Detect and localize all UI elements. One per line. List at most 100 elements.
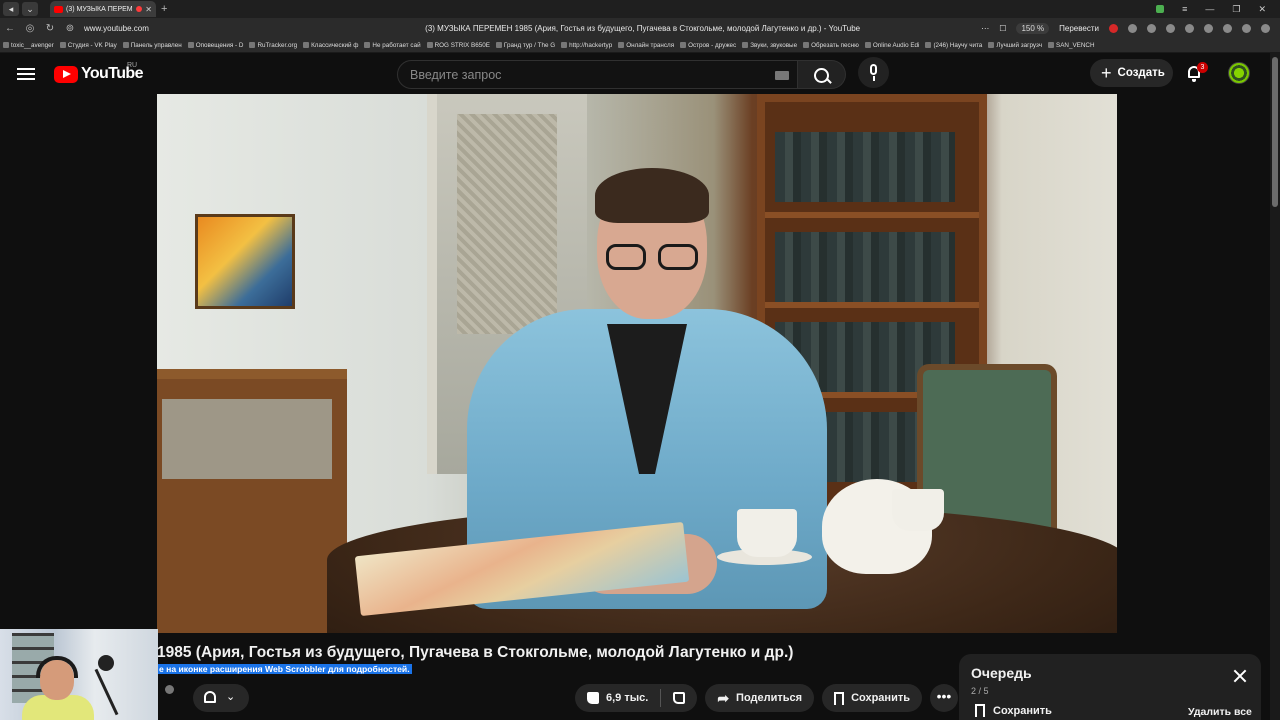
queue-close-icon[interactable] (1232, 668, 1248, 684)
painting-image (195, 214, 295, 309)
site-info-icon[interactable]: ⊚ (60, 23, 80, 34)
queue-delete-all-button[interactable]: Удалить все (1188, 706, 1252, 718)
plus-icon: + (1101, 63, 1112, 83)
notification-badge: 3 (1197, 62, 1208, 73)
web-scrobbler-notice[interactable]: е на иконке расширения Web Scrobbler для… (157, 664, 412, 674)
bookmark-item[interactable]: Лучший загрузч (985, 42, 1045, 49)
create-button[interactable]: + Создать (1090, 59, 1173, 87)
bookmark-item[interactable]: Online Audio Edi (862, 42, 923, 49)
save-playlist-icon (834, 691, 845, 705)
youtube-play-icon (54, 65, 78, 83)
bookmark-item[interactable]: (246) Научу чита (922, 42, 985, 49)
queue-save-label: Сохранить (993, 704, 1052, 717)
share-icon: ➦ (717, 690, 730, 706)
bookmark-item[interactable]: Гранд тур / The G (493, 42, 558, 49)
queue-panel: Очередь 2 / 5 Сохранить Удалить все (959, 654, 1261, 720)
bookmark-item[interactable]: Не работает сай (361, 42, 423, 49)
url-field[interactable]: www.youtube.com (84, 24, 304, 33)
like-count: 6,9 тыс. (606, 692, 649, 704)
youtube-favicon-icon (54, 5, 63, 13)
page-scrollbar[interactable] (1270, 53, 1280, 720)
bookmark-item[interactable]: ROG STRIX B650E (424, 42, 493, 49)
bookmark-item[interactable]: Оповещения - D (185, 42, 247, 49)
extension-icon-2[interactable] (1128, 23, 1137, 33)
zoom-indicator[interactable]: 150 % (1016, 22, 1050, 34)
youtube-logo[interactable]: YouTube RU (54, 62, 143, 83)
dislike-button[interactable] (661, 684, 697, 712)
bookmark-item[interactable]: Онлайн трансля (615, 42, 677, 49)
search-button[interactable] (798, 60, 846, 89)
video-actions: 6,9 тыс. ➦ Поделиться Сохранить ••• (575, 684, 958, 712)
keyboard-icon[interactable] (775, 71, 789, 80)
microphone-image (98, 655, 114, 671)
queue-save-button[interactable]: Сохранить (975, 704, 1052, 717)
search-placeholder: Введите запрос (410, 67, 502, 82)
share-label: Поделиться (736, 692, 803, 704)
extension-icon-6[interactable] (1204, 23, 1213, 33)
country-code: RU (127, 62, 138, 69)
thumbs-up-icon (587, 692, 599, 704)
queue-title: Очередь (971, 665, 1032, 681)
hamburger-menu-icon[interactable] (17, 65, 35, 81)
bookmark-item[interactable]: Остров - дружес (677, 42, 739, 49)
window-controls: ≡ — ❐ ✕ (1156, 4, 1280, 15)
youtube-header: YouTube RU Введите запрос (0, 53, 1270, 94)
extension-icon-9[interactable] (1261, 23, 1270, 33)
translate-button[interactable]: Перевести (1059, 24, 1099, 33)
bookmark-item[interactable]: RuTracker.org (246, 42, 300, 49)
microphone-icon (870, 64, 877, 75)
user-avatar[interactable] (1228, 62, 1250, 84)
voice-search-button[interactable] (858, 57, 889, 88)
queue-count: 2 / 5 (971, 686, 989, 696)
bookmark-item[interactable]: SAN_VENCH (1045, 42, 1098, 49)
more-actions-button[interactable]: ••• (929, 684, 958, 712)
bookmark-item[interactable]: Студия - VK Play (57, 42, 120, 49)
share-button[interactable]: ➦ Поделиться (705, 684, 815, 712)
bookmark-item[interactable]: toxic__avenger (0, 42, 57, 49)
save-playlist-icon (975, 704, 985, 717)
webcam-overlay (0, 629, 158, 720)
subscription-bell-button[interactable]: ⌄ (193, 684, 249, 712)
tab-list-button[interactable]: ⌄ (22, 2, 38, 16)
bookmark-item[interactable]: Обрезать песню (800, 42, 862, 49)
save-button[interactable]: Сохранить (822, 684, 922, 712)
reload-icon[interactable]: ↻ (40, 23, 60, 34)
bookmark-item[interactable]: Классический ф (300, 42, 361, 49)
extension-icon-8[interactable] (1242, 23, 1251, 33)
bookmark-item[interactable]: Панель управлен (120, 42, 185, 49)
more-icon[interactable]: ⋯ (981, 24, 989, 33)
tab-close-icon[interactable]: ✕ (145, 5, 152, 14)
shield-icon[interactable]: ◎ (20, 23, 40, 34)
browser-menu-icon[interactable]: ≡ (1182, 4, 1187, 14)
new-tab-button[interactable]: + (161, 3, 167, 15)
extension-icon-3[interactable] (1147, 23, 1156, 33)
bell-icon (204, 691, 216, 703)
minimize-button[interactable]: — (1205, 4, 1214, 14)
browser-tab-strip: ◂ ⌄ (3) МУЗЫКА ПЕРЕМ ✕ + ≡ — ❐ ✕ (0, 0, 1280, 18)
bookmark-icon[interactable]: ☐ (999, 24, 1006, 33)
extension-icon-7[interactable] (1223, 23, 1232, 33)
video-title: 1985 (Ария, Гостья из будущего, Пугачева… (157, 644, 794, 661)
tab-actions-button[interactable]: ◂ (3, 2, 19, 16)
chevron-down-icon: ⌄ (226, 691, 236, 703)
window-title: (3) МУЗЫКА ПЕРЕМЕН 1985 (Ария, Гостья из… (425, 23, 861, 33)
audio-playing-icon (135, 6, 142, 12)
scrollbar-thumb[interactable] (1272, 57, 1278, 207)
maximize-button[interactable]: ❐ (1232, 4, 1240, 15)
extension-icon-5[interactable] (1185, 23, 1194, 33)
create-label: Создать (1117, 67, 1165, 79)
back-icon[interactable]: ← (0, 23, 20, 34)
extension-record-icon[interactable] (1109, 23, 1118, 33)
like-dislike-group: 6,9 тыс. (575, 684, 698, 712)
extension-icon-4[interactable] (1166, 23, 1175, 33)
search-box: Введите запрос (397, 60, 846, 89)
video-player[interactable] (157, 94, 1117, 633)
close-window-button[interactable]: ✕ (1258, 4, 1266, 15)
bookmark-item[interactable]: Звуки, звуковые (739, 42, 800, 49)
verified-icon (165, 685, 174, 694)
browser-tab-active[interactable]: (3) МУЗЫКА ПЕРЕМ ✕ (50, 1, 156, 17)
search-input[interactable]: Введите запрос (397, 60, 798, 89)
like-button[interactable]: 6,9 тыс. (575, 684, 660, 712)
extension-icon[interactable] (1156, 5, 1165, 13)
bookmark-item[interactable]: http://hackertyp (558, 42, 615, 49)
